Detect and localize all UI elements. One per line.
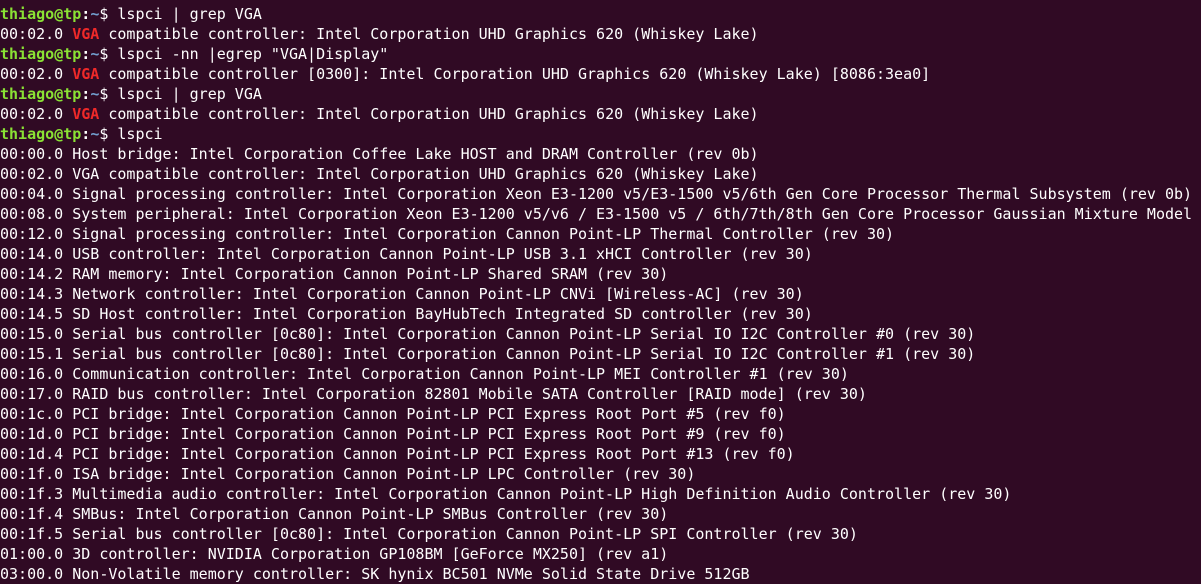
output-prefix: 00:02.0 [0,65,73,83]
prompt-host: tp [63,85,82,103]
prompt-at: @ [54,5,64,23]
output-line: 00:00.0 Host bridge: Intel Corporation C… [0,144,1201,164]
prompt-user: thiago [0,5,55,23]
output-prefix: 00:02.0 [0,105,73,123]
output-text: 01:00.0 3D controller: NVIDIA Corporatio… [0,545,669,563]
prompt-host: tp [63,125,82,143]
prompt-path: ~ [90,45,100,63]
output-line: 00:08.0 System peripheral: Intel Corpora… [0,204,1201,224]
output-text: 00:14.3 Network controller: Intel Corpor… [0,285,804,303]
prompt-path: ~ [90,125,100,143]
output-text: 00:17.0 RAID bus controller: Intel Corpo… [0,385,867,403]
command-text: lspci | grep VGA [117,5,262,23]
grep-match-highlight: VGA [72,25,100,43]
output-text: 00:14.5 SD Host controller: Intel Corpor… [0,305,813,323]
output-text: 00:1d.4 PCI bridge: Intel Corporation Ca… [0,445,795,463]
output-line: 00:17.0 RAID bus controller: Intel Corpo… [0,384,1201,404]
output-line: 00:1f.4 SMBus: Intel Corporation Cannon … [0,504,1201,524]
output-text: 00:1f.4 SMBus: Intel Corporation Cannon … [0,505,669,523]
output-line: 00:02.0 VGA compatible controller: Intel… [0,164,1201,184]
output-line: 00:15.0 Serial bus controller [0c80]: In… [0,324,1201,344]
prompt-colon: : [81,5,91,23]
prompt-host: tp [63,45,82,63]
output-text: 00:15.1 Serial bus controller [0c80]: In… [0,345,976,363]
prompt-at: @ [54,45,64,63]
prompt-colon: : [81,45,91,63]
command-text: lspci [117,125,163,143]
output-line: 00:14.5 SD Host controller: Intel Corpor… [0,304,1201,324]
output-text: 00:1f.0 ISA bridge: Intel Corporation Ca… [0,465,696,483]
prompt-user: thiago [0,45,55,63]
output-suffix: compatible controller: Intel Corporation… [99,105,759,123]
grep-match-highlight: VGA [72,105,100,123]
grep-match-highlight: VGA [72,65,100,83]
grep-output-line: 00:02.0 VGA compatible controller: Intel… [0,24,1201,44]
output-line: 00:1f.5 Serial bus controller [0c80]: In… [0,524,1201,544]
prompt-symbol: $ [99,85,118,103]
output-line: 00:1c.0 PCI bridge: Intel Corporation Ca… [0,404,1201,424]
output-line: 00:1f.3 Multimedia audio controller: Int… [0,484,1201,504]
prompt-colon: : [81,125,91,143]
command-line: thiago@tp:~$ lspci | grep VGA [0,84,1201,104]
prompt-colon: : [81,85,91,103]
output-text: 00:1c.0 PCI bridge: Intel Corporation Ca… [0,405,786,423]
output-text: 00:02.0 VGA compatible controller: Intel… [0,165,759,183]
prompt-host: tp [63,5,82,23]
output-text: 00:08.0 System peripheral: Intel Corpora… [0,205,1193,223]
output-prefix: 00:02.0 [0,25,73,43]
prompt-path: ~ [90,5,100,23]
prompt-at: @ [54,125,64,143]
terminal-window[interactable]: thiago@tp:~$ lspci | grep VGA 00:02.0 VGA… [0,0,1201,584]
command-line: thiago@tp:~$ lspci -nn |egrep "VGA|Displ… [0,44,1201,64]
output-line: 00:14.2 RAM memory: Intel Corporation Ca… [0,264,1201,284]
grep-output-line: 00:02.0 VGA compatible controller: Intel… [0,104,1201,124]
output-text: 00:00.0 Host bridge: Intel Corporation C… [0,145,759,163]
output-suffix: compatible controller [0300]: Intel Corp… [99,65,931,83]
output-text: 00:12.0 Signal processing controller: In… [0,225,895,243]
output-text: 00:1f.3 Multimedia audio controller: Int… [0,485,1012,503]
output-line: 00:1f.0 ISA bridge: Intel Corporation Ca… [0,464,1201,484]
prompt-symbol: $ [99,5,118,23]
output-text: 03:00.0 Non-Volatile memory controller: … [0,565,750,583]
prompt-user: thiago [0,125,55,143]
output-line: 00:12.0 Signal processing controller: In… [0,224,1201,244]
command-text: lspci -nn |egrep "VGA|Display" [117,45,389,63]
output-text: 00:16.0 Communication controller: Intel … [0,365,849,383]
output-line: 01:00.0 3D controller: NVIDIA Corporatio… [0,544,1201,564]
prompt-symbol: $ [99,125,118,143]
output-text: 00:14.0 USB controller: Intel Corporatio… [0,245,813,263]
command-line: thiago@tp:~$ lspci | grep VGA [0,4,1201,24]
command-line: thiago@tp:~$ lspci [0,124,1201,144]
output-line: 03:00.0 Non-Volatile memory controller: … [0,564,1201,584]
output-line: 00:1d.0 PCI bridge: Intel Corporation Ca… [0,424,1201,444]
output-text: 00:1f.5 Serial bus controller [0c80]: In… [0,525,858,543]
output-text: 00:04.0 Signal processing controller: In… [0,185,1193,203]
output-text: 00:15.0 Serial bus controller [0c80]: In… [0,325,976,343]
command-text: lspci | grep VGA [117,85,262,103]
prompt-user: thiago [0,85,55,103]
output-text: 00:1d.0 PCI bridge: Intel Corporation Ca… [0,425,786,443]
prompt-symbol: $ [99,45,118,63]
grep-output-line: 00:02.0 VGA compatible controller [0300]… [0,64,1201,84]
output-line: 00:1d.4 PCI bridge: Intel Corporation Ca… [0,444,1201,464]
output-line: 00:14.3 Network controller: Intel Corpor… [0,284,1201,304]
output-text: 00:14.2 RAM memory: Intel Corporation Ca… [0,265,669,283]
output-line: 00:16.0 Communication controller: Intel … [0,364,1201,384]
prompt-at: @ [54,85,64,103]
output-line: 00:04.0 Signal processing controller: In… [0,184,1201,204]
output-line: 00:14.0 USB controller: Intel Corporatio… [0,244,1201,264]
output-line: 00:15.1 Serial bus controller [0c80]: In… [0,344,1201,364]
output-suffix: compatible controller: Intel Corporation… [99,25,759,43]
prompt-path: ~ [90,85,100,103]
